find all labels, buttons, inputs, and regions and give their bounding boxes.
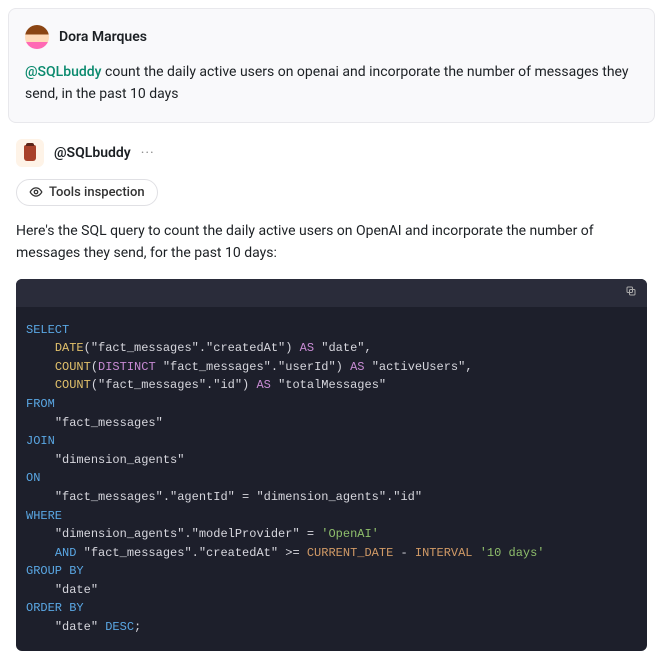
bot-name[interactable]: @SQLbuddy — [54, 145, 131, 161]
sql-code[interactable]: SELECT DATE("fact_messages"."createdAt")… — [16, 307, 647, 651]
code-block-header — [16, 279, 647, 307]
comment-body: @SQLbuddy count the daily active users o… — [25, 61, 638, 106]
user-avatar[interactable] — [25, 25, 49, 49]
bot-response-text: Here's the SQL query to count the daily … — [8, 220, 655, 265]
comment-text: count the daily active users on openai a… — [25, 64, 629, 102]
bot-avatar-icon — [24, 145, 36, 161]
bot-avatar[interactable] — [16, 139, 44, 167]
tools-inspection-chip[interactable]: Tools inspection — [16, 179, 158, 206]
more-menu-icon[interactable]: ··· — [141, 145, 155, 161]
user-comment: Dora Marques @SQLbuddy count the daily a… — [8, 8, 655, 123]
mention-link[interactable]: @SQLbuddy — [25, 64, 102, 80]
user-name[interactable]: Dora Marques — [59, 29, 147, 45]
comment-header: Dora Marques — [25, 25, 638, 49]
tools-chip-label: Tools inspection — [49, 185, 145, 200]
copy-icon[interactable] — [625, 285, 637, 300]
bot-header: @SQLbuddy ··· — [8, 139, 655, 167]
eye-icon — [29, 185, 43, 199]
